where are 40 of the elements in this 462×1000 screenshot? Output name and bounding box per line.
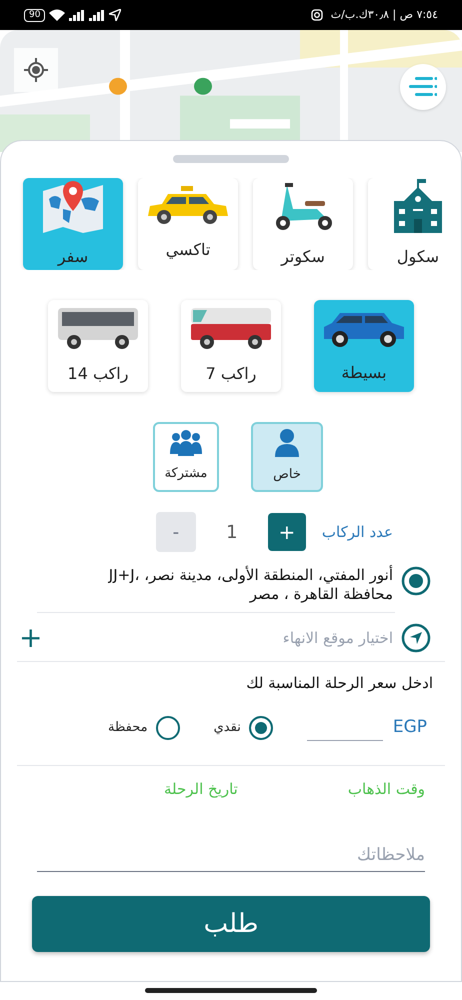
vehicle-card[interactable]: سكوتر bbox=[253, 178, 353, 270]
price-heading: ادخل سعر الرحلة المناسبة لك bbox=[245, 673, 434, 694]
signal-icon bbox=[89, 10, 106, 20]
navigation-icon bbox=[401, 623, 431, 653]
origin-marker-icon bbox=[401, 566, 431, 596]
signal-icon bbox=[69, 10, 86, 20]
bus-icon bbox=[56, 306, 140, 350]
menu-icon bbox=[409, 77, 437, 97]
group-icon bbox=[170, 430, 202, 456]
vehicle-card[interactable]: 14 راكب bbox=[48, 300, 148, 392]
payment-radio[interactable]: نقدي bbox=[214, 716, 273, 740]
vehicle-card[interactable]: سفر bbox=[23, 178, 123, 270]
vehicle-card[interactable]: تاكسي bbox=[138, 178, 238, 270]
location-arrow-icon bbox=[109, 9, 122, 21]
ride-type-option[interactable]: خاص bbox=[251, 422, 323, 492]
locate-button[interactable] bbox=[14, 48, 58, 92]
vehicle-card[interactable]: بسيطة bbox=[314, 300, 414, 392]
person-icon bbox=[275, 429, 299, 458]
van-icon bbox=[189, 306, 273, 350]
ride-type-option[interactable]: مشتركة bbox=[153, 422, 219, 492]
destination-field[interactable]: اختيار موقع الانهاء bbox=[50, 626, 393, 650]
status-time: ٧:٥٤ ص | ٣٠٫٨ك.ب/ث bbox=[330, 6, 438, 23]
passenger-count: 1 bbox=[225, 520, 239, 544]
currency-label: EGP bbox=[392, 716, 427, 739]
origin-address: أنور المفتي، المنطقة الأولى، مدينة نصر، ،JJ+J محافظة القاهرة ، مصر bbox=[107, 566, 393, 604]
notes-field[interactable]: ملاحظاتك bbox=[37, 838, 425, 872]
wifi-icon bbox=[49, 9, 66, 21]
submit-button[interactable]: طلب bbox=[32, 896, 430, 952]
payment-radio[interactable]: محفظة bbox=[108, 716, 180, 740]
add-stop-button[interactable]: + bbox=[19, 624, 42, 652]
drag-handle[interactable] bbox=[173, 155, 289, 163]
map-icon bbox=[41, 179, 105, 233]
battery-icon: 90 bbox=[24, 8, 46, 22]
passengers-label: عدد الركاب bbox=[322, 522, 393, 543]
vehicle-card[interactable]: سكول bbox=[368, 178, 461, 270]
target-icon bbox=[24, 58, 48, 82]
vehicle-card[interactable]: 7 راكب bbox=[181, 300, 281, 392]
camera-icon bbox=[310, 9, 323, 21]
taxi-icon bbox=[146, 186, 230, 226]
increment-button[interactable]: + bbox=[268, 513, 306, 551]
